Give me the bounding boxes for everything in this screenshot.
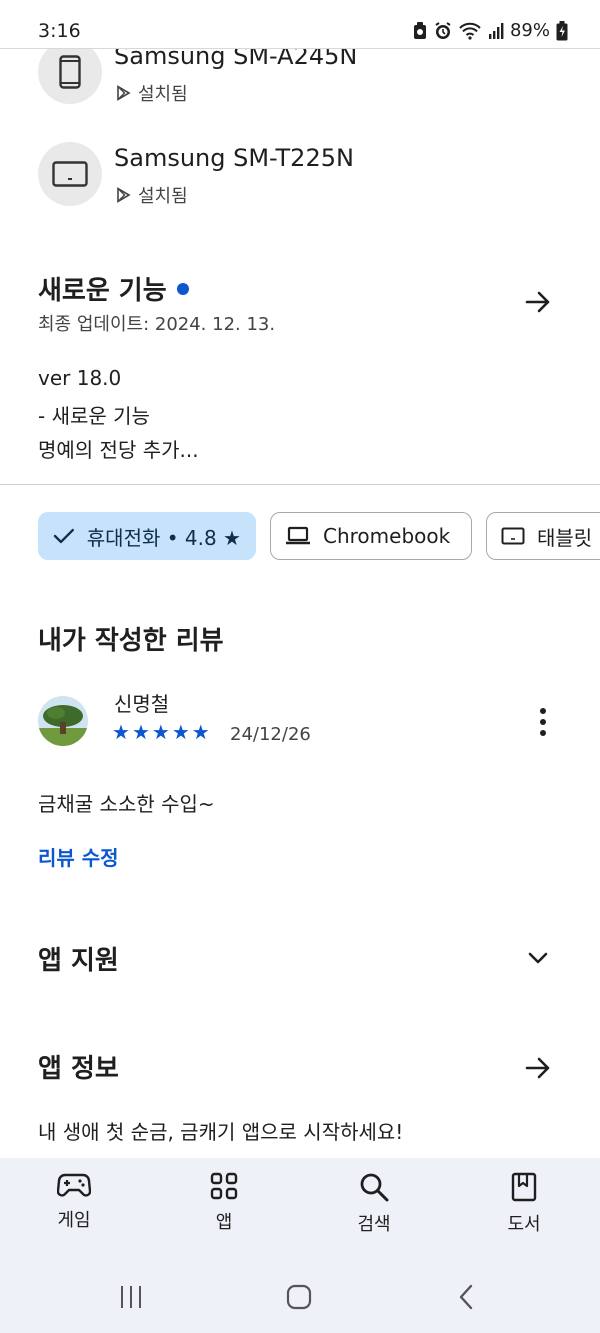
arrow-right-icon [525, 1057, 550, 1079]
gamepad-icon [57, 1173, 91, 1197]
play-installed-icon [117, 85, 131, 101]
apps-grid-icon [210, 1172, 238, 1200]
tablet-icon [52, 161, 88, 187]
whats-new-arrow-button[interactable] [520, 284, 556, 320]
chip-label: 태블릿 • [537, 525, 600, 550]
more-options-button[interactable] [528, 704, 558, 740]
chip-phone[interactable]: 휴대전화 • 4.8 ★ [38, 512, 256, 560]
review-date: 24/12/26 [230, 724, 311, 745]
battery-percent: 89% [509, 20, 550, 41]
search-icon [360, 1173, 389, 1202]
star-icon: ★ [131, 720, 150, 744]
app-support-title[interactable]: 앱 지원 [38, 940, 119, 977]
arrow-right-icon [525, 291, 550, 313]
device-row-phone[interactable]: Samsung SM-A245N 설치됨 [38, 40, 578, 106]
chip-label: Chromebook [323, 524, 451, 548]
new-indicator-dot [176, 282, 189, 295]
star-icon: ★ [191, 720, 210, 744]
more-dot [540, 708, 546, 714]
nav-label: 검색 [357, 1214, 391, 1235]
device-name: Samsung SM-T225N [114, 144, 354, 172]
laptop-icon [286, 526, 310, 545]
status-icons: 89% [412, 20, 568, 41]
phone-icon [59, 55, 81, 89]
battery-charging-icon [556, 20, 568, 40]
system-navigation-bar [0, 1278, 600, 1318]
device-icon-circle [38, 40, 102, 104]
device-row-tablet[interactable]: Samsung SM-T225N 설치됨 [38, 142, 578, 208]
whats-new-title: 새로운 기능 [38, 276, 167, 306]
back-icon[interactable] [456, 1284, 476, 1310]
whats-new-line: 명예의 전당 추가... [38, 438, 199, 462]
nav-games[interactable]: 게임 [24, 1172, 124, 1232]
chip-tablet[interactable]: 태블릿 • [486, 512, 600, 560]
star-icon: ★ [171, 720, 190, 744]
device-icon-circle [38, 142, 102, 206]
chip-label: 휴대전화 • 4.8 ★ [86, 525, 241, 550]
device-status: 설치됨 [116, 80, 188, 106]
nav-label: 도서 [507, 1214, 541, 1235]
nav-apps[interactable]: 앱 [174, 1172, 274, 1234]
star-icon: ★ [112, 720, 130, 744]
tree-avatar-image [38, 696, 88, 746]
tablet-icon [501, 527, 525, 545]
star-icon: ★ [151, 720, 170, 744]
section-divider [0, 484, 600, 485]
play-installed-icon [117, 187, 131, 203]
device-status: 설치됨 [116, 182, 188, 208]
chevron-down-icon [528, 952, 548, 964]
app-info-title[interactable]: 앱 정보 [38, 1048, 119, 1085]
avatar[interactable] [38, 696, 88, 746]
bottom-navigation: 게임 앱 검색 도서 [0, 1158, 600, 1333]
signal-icon [488, 22, 504, 39]
app-info-arrow-button[interactable] [520, 1050, 556, 1086]
check-icon [53, 528, 74, 544]
nav-books[interactable]: 도서 [474, 1172, 574, 1236]
app-support-expand-button[interactable] [520, 940, 556, 976]
recycle-icon [413, 21, 426, 39]
device-status-label: 설치됨 [138, 84, 188, 105]
status-divider [0, 48, 600, 49]
whats-new-line: - 새로운 기능 [38, 404, 150, 428]
star-rating: ★ ★ ★ ★ ★ [112, 720, 210, 744]
more-dot [540, 730, 546, 736]
wifi-icon [459, 22, 481, 40]
more-dot [540, 719, 546, 725]
alarm-icon [435, 21, 451, 39]
status-time: 3:16 [38, 20, 81, 42]
app-info-description: 내 생애 첫 순금, 금캐기 앱으로 시작하세요! [38, 1120, 404, 1144]
home-icon[interactable] [286, 1284, 312, 1310]
edit-review-link[interactable]: 리뷰 수정 [38, 842, 119, 871]
nav-label: 게임 [57, 1210, 91, 1231]
chip-chromebook[interactable]: Chromebook [270, 512, 472, 560]
whats-new-line: ver 18.0 [38, 366, 122, 390]
last-updated: 최종 업데이트: 2024. 12. 13. [38, 314, 276, 335]
nav-search[interactable]: 검색 [324, 1172, 424, 1236]
reviewer-name: 신명철 [114, 692, 170, 716]
book-icon [511, 1172, 537, 1202]
whats-new-heading[interactable]: 새로운 기능 [38, 270, 189, 307]
review-text: 금채굴 소소한 수입~ [38, 792, 215, 816]
nav-label: 앱 [215, 1212, 233, 1233]
status-bar: 3:16 89% [0, 0, 600, 48]
my-review-title: 내가 작성한 리뷰 [38, 626, 224, 656]
device-status-label: 설치됨 [138, 186, 188, 207]
recent-apps-icon[interactable] [118, 1284, 144, 1310]
